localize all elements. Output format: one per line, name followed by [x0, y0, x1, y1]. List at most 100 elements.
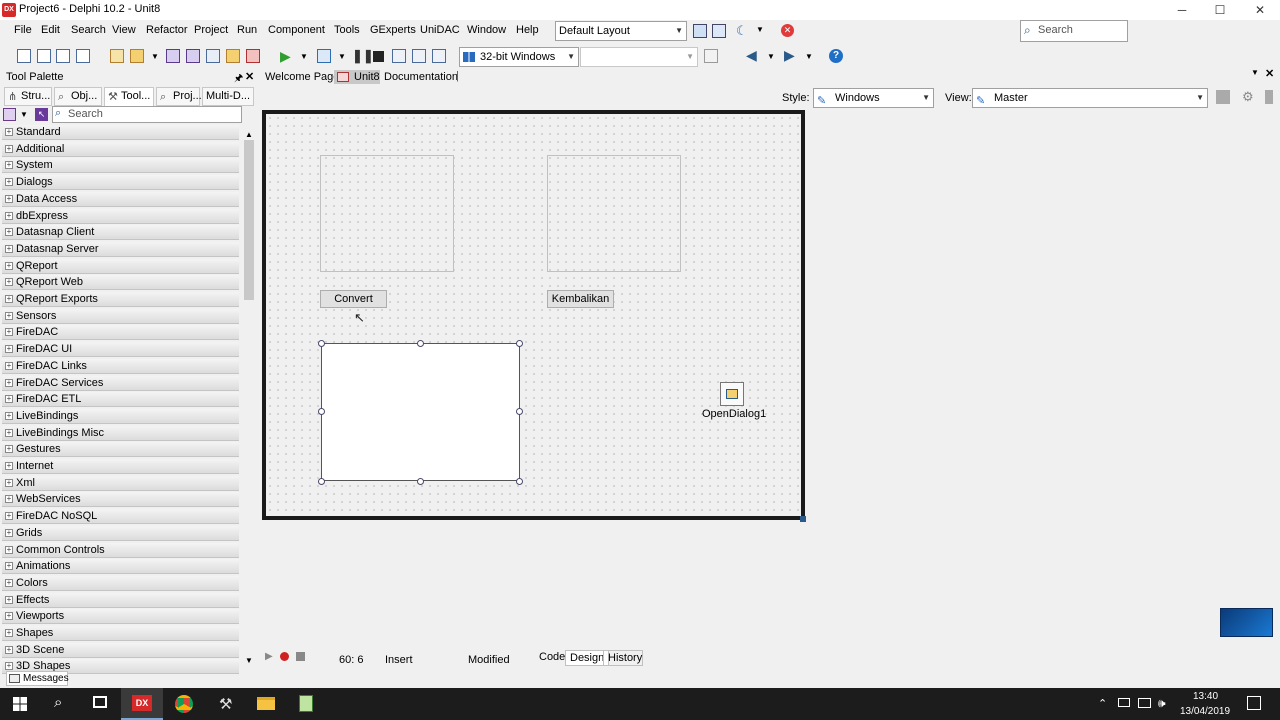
- close-button[interactable]: ✕: [1240, 0, 1280, 20]
- tab-unit8[interactable]: Unit8: [334, 70, 380, 84]
- delphi-app-icon[interactable]: DX: [2, 3, 16, 17]
- expand-icon[interactable]: +: [5, 228, 13, 237]
- expand-icon[interactable]: +: [5, 411, 13, 420]
- messages-tab[interactable]: Messages: [6, 671, 69, 686]
- palette-category[interactable]: + Internet: [2, 459, 239, 474]
- ide-search-input[interactable]: ⌕ Search: [1020, 20, 1128, 42]
- resize-handle[interactable]: [318, 340, 325, 347]
- help-icon[interactable]: ?: [829, 49, 843, 63]
- resize-handle[interactable]: [318, 408, 325, 415]
- palette-category[interactable]: + FireDAC UI: [2, 342, 239, 358]
- configuration-combo[interactable]: ▼: [580, 47, 698, 67]
- palette-category[interactable]: + Sensors: [2, 308, 239, 324]
- palette-category[interactable]: + QReport: [2, 258, 239, 274]
- maximize-button[interactable]: ☐: [1200, 0, 1240, 20]
- palette-category[interactable]: + FireDAC ETL: [2, 392, 239, 408]
- stop-icon[interactable]: [373, 51, 384, 62]
- menu-edit[interactable]: Edit: [41, 24, 60, 36]
- stop-macro-icon[interactable]: [296, 652, 305, 661]
- palette-scrollbar[interactable]: ▲ ▼: [242, 130, 256, 668]
- palette-category[interactable]: + System: [2, 158, 239, 174]
- palette-category[interactable]: + Grids: [2, 525, 239, 541]
- chevron-down-icon[interactable]: ▼: [805, 52, 813, 61]
- menu-gexperts[interactable]: GExperts: [370, 24, 416, 36]
- palette-category[interactable]: + WebServices: [2, 492, 239, 508]
- new-items-icon[interactable]: [37, 49, 51, 63]
- expand-icon[interactable]: +: [5, 662, 13, 671]
- menu-file[interactable]: File: [14, 24, 32, 36]
- tab-structure[interactable]: ⋔ Stru...: [4, 87, 52, 106]
- menu-view[interactable]: View: [112, 24, 136, 36]
- expand-icon[interactable]: +: [5, 495, 13, 504]
- expand-icon[interactable]: +: [5, 128, 13, 136]
- remove-from-project-icon[interactable]: [246, 49, 260, 63]
- menu-component[interactable]: Component: [268, 24, 325, 36]
- expand-icon[interactable]: +: [5, 261, 13, 270]
- palette-category[interactable]: + Gestures: [2, 442, 239, 458]
- palette-category[interactable]: + Effects: [2, 592, 239, 608]
- expand-icon[interactable]: +: [5, 478, 13, 487]
- resize-handle[interactable]: [318, 478, 325, 485]
- expand-icon[interactable]: +: [5, 211, 13, 220]
- expand-icon[interactable]: +: [5, 612, 13, 621]
- chevron-down-icon[interactable]: ▼: [20, 110, 28, 119]
- menu-run[interactable]: Run: [237, 24, 257, 36]
- chevron-up-icon[interactable]: ⌃: [1098, 697, 1107, 710]
- menu-window[interactable]: Window: [467, 24, 506, 36]
- expand-icon[interactable]: +: [5, 528, 13, 537]
- pause-icon[interactable]: ❚❚: [352, 48, 374, 64]
- desktop-layout-icon[interactable]: [712, 24, 726, 38]
- link-icon[interactable]: ⚙: [1242, 89, 1254, 105]
- network-icon[interactable]: [1138, 698, 1151, 708]
- search-taskbar-button[interactable]: ⌕: [40, 688, 82, 720]
- chrome-taskbar-button[interactable]: [163, 688, 205, 720]
- palette-category[interactable]: + FireDAC NoSQL: [2, 509, 239, 525]
- expand-icon[interactable]: +: [5, 361, 13, 370]
- expand-icon[interactable]: +: [5, 629, 13, 637]
- expand-icon[interactable]: +: [5, 562, 13, 571]
- image-panel-left[interactable]: [320, 155, 454, 272]
- palette-category[interactable]: + FireDAC: [2, 325, 239, 341]
- form-resize-grip[interactable]: [800, 516, 806, 522]
- menu-search[interactable]: Search: [71, 24, 106, 36]
- tab-tool-palette[interactable]: ⚒ Tool...: [104, 87, 154, 106]
- tools-taskbar-button[interactable]: ⚒: [205, 688, 247, 720]
- palette-search-input[interactable]: ⌕ Search: [52, 106, 242, 123]
- scrollbar-thumb[interactable]: [244, 140, 254, 300]
- expand-icon[interactable]: +: [5, 161, 13, 170]
- new-icon[interactable]: [17, 49, 31, 63]
- view-combo[interactable]: ✎ Master ▼: [972, 88, 1208, 108]
- palette-category[interactable]: + dbExpress: [2, 208, 239, 224]
- open-project-file-icon[interactable]: [206, 49, 220, 63]
- run-icon[interactable]: ▶: [280, 48, 291, 65]
- save-all-icon[interactable]: [186, 49, 200, 63]
- start-button[interactable]: [0, 688, 42, 720]
- volume-icon[interactable]: 🕪: [1158, 696, 1166, 711]
- tab-multi-device[interactable]: Multi-D...: [202, 87, 254, 106]
- palette-category[interactable]: + Xml: [2, 475, 239, 491]
- palette-category[interactable]: + Viewports: [2, 609, 239, 625]
- tab-documentation[interactable]: Documentation: [384, 70, 458, 84]
- step-over-icon[interactable]: [412, 49, 426, 63]
- orientation-icon[interactable]: [1265, 90, 1273, 104]
- chevron-down-icon[interactable]: ▼: [338, 52, 346, 61]
- close-icon[interactable]: ✕: [1265, 67, 1274, 80]
- remove-icon[interactable]: [76, 49, 90, 63]
- chevron-down-icon[interactable]: ▼: [151, 52, 159, 61]
- chevron-down-icon[interactable]: ▼: [756, 25, 764, 34]
- convert-button[interactable]: Convert: [320, 290, 387, 308]
- menu-refactor[interactable]: Refactor: [146, 24, 188, 36]
- menu-tools[interactable]: Tools: [334, 24, 360, 36]
- palette-category[interactable]: + Animations: [2, 559, 239, 575]
- expand-icon[interactable]: +: [5, 545, 13, 554]
- task-view-button[interactable]: [80, 688, 122, 720]
- palette-category[interactable]: + Standard: [2, 125, 239, 140]
- form-designer[interactable]: Convert Kembalikan ↖ OpenDialog1: [262, 110, 805, 520]
- expand-icon[interactable]: +: [5, 378, 13, 387]
- expand-icon[interactable]: +: [5, 512, 13, 521]
- palette-category[interactable]: + Datasnap Server: [2, 241, 239, 257]
- notepad-taskbar-button[interactable]: [285, 688, 327, 720]
- expand-icon[interactable]: +: [5, 345, 13, 354]
- notifications-icon[interactable]: [1247, 696, 1261, 710]
- menu-project[interactable]: Project: [194, 24, 228, 36]
